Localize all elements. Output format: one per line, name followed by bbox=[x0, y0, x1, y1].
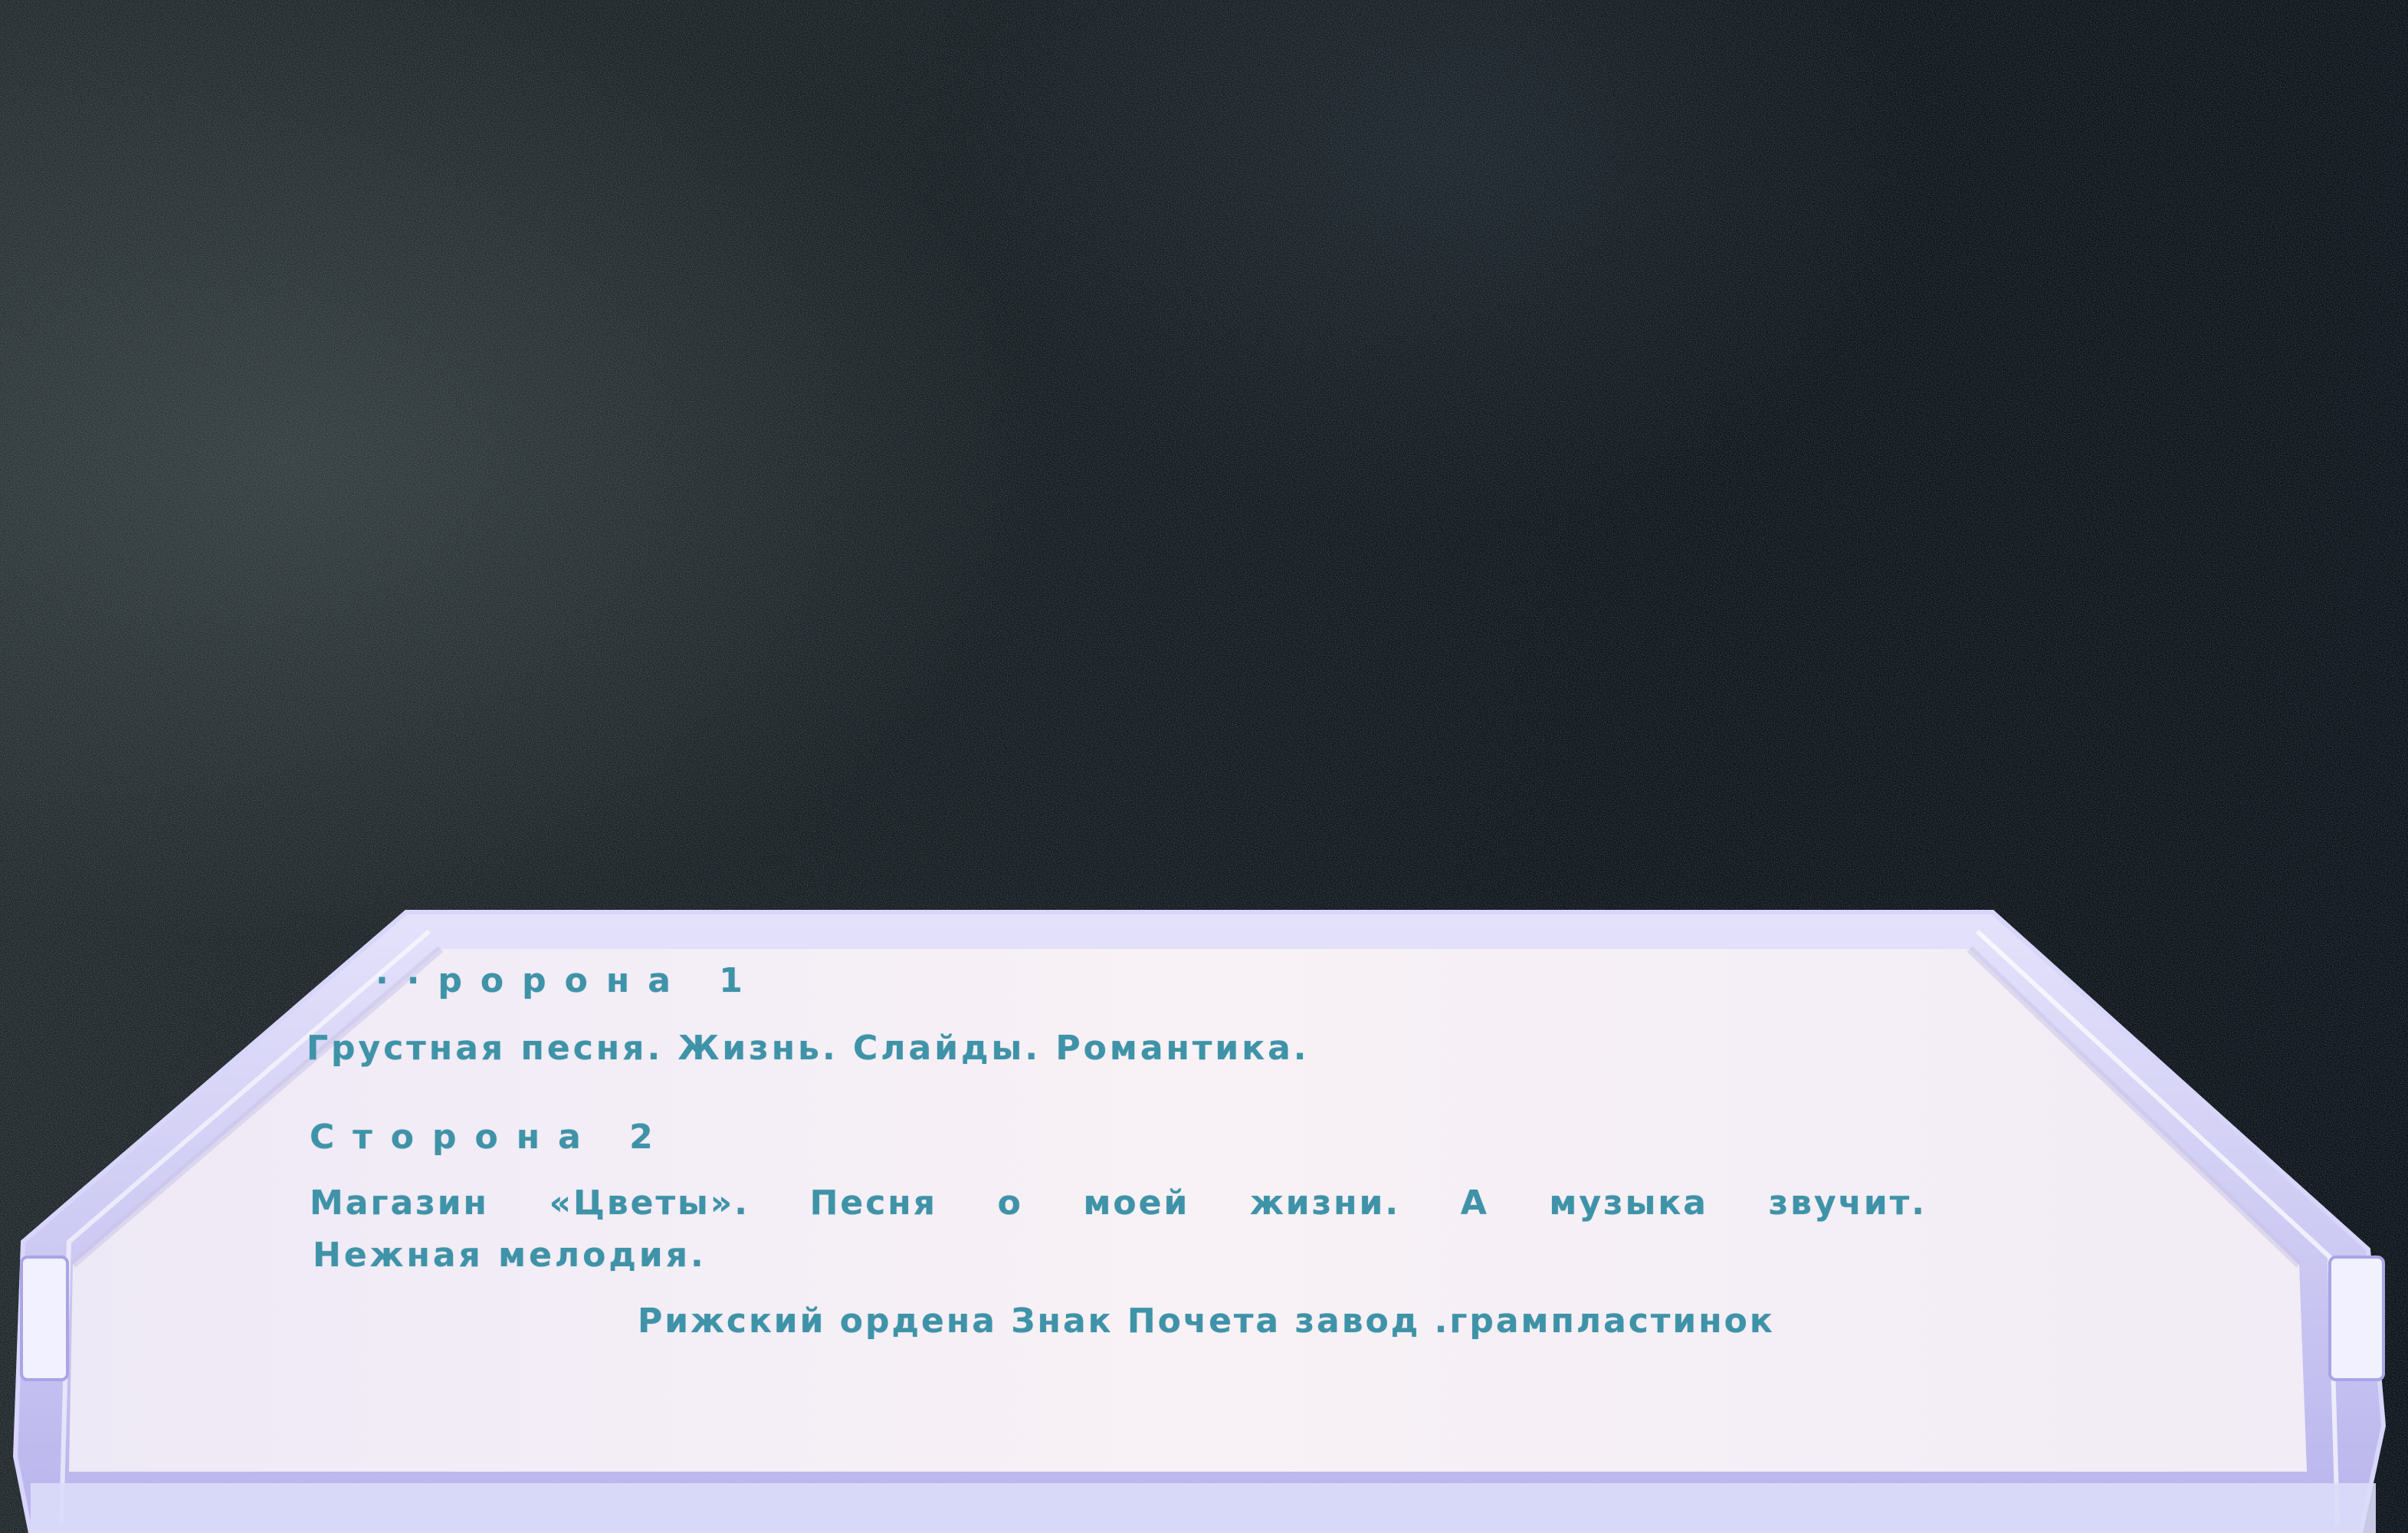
side1-heading: ··ророна 1 bbox=[376, 961, 761, 1000]
side2-track-word: о bbox=[997, 1183, 1023, 1223]
side2-track-word: жизни. bbox=[1249, 1183, 1401, 1223]
side2-heading: Сторона 2 bbox=[310, 1118, 671, 1157]
side2-track-word: моей bbox=[1083, 1183, 1190, 1223]
side2-track-word: звучит. bbox=[1768, 1183, 1927, 1223]
side2-track-word: музыка bbox=[1549, 1183, 1708, 1223]
side2-track-list-line1: Магазин «Цветы». Песня о моей жизни. Амузыка зв… bbox=[310, 1183, 1927, 1223]
side2-track-word: «Цветы». bbox=[549, 1183, 750, 1223]
cassette-photo: ··ророна 1 Грустная песня. Жизнь. Слайды… bbox=[0, 0, 2408, 1533]
side2-track-word: А bbox=[1460, 1183, 1489, 1223]
manufacturer-credit: Рижский ордена Знак Почета завод .грампл… bbox=[638, 1302, 1775, 1341]
insert-text: ··ророна 1 Грустная песня. Жизнь. Слайды… bbox=[0, 0, 2408, 1533]
side2-track-word: Магазин bbox=[310, 1183, 489, 1223]
side1-track-list: Грустная песня. Жизнь. Слайды. Романтика… bbox=[307, 1029, 1310, 1068]
side2-track-list-line2: Нежная мелодия. bbox=[313, 1236, 707, 1275]
side2-track-word: Песня bbox=[809, 1183, 937, 1223]
